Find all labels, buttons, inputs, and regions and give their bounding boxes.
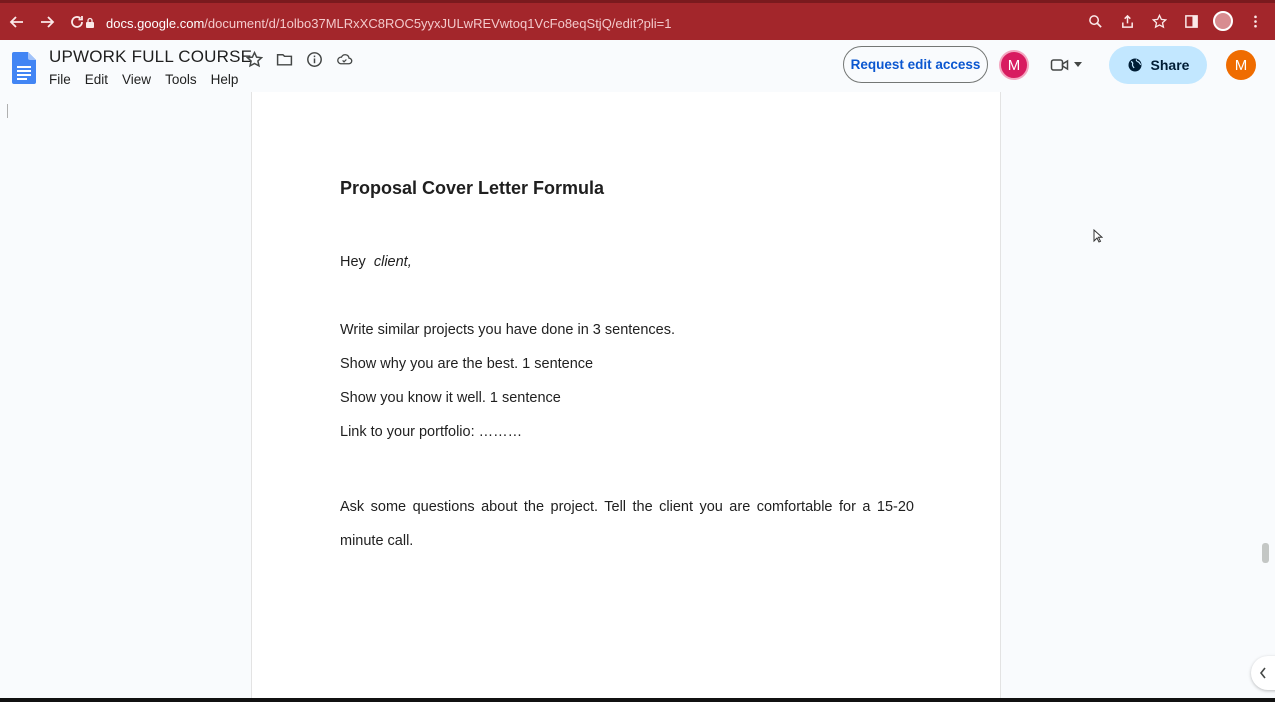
url-path: /document/d/1olbo37MLRxXC8ROC5yyxJULwREV…: [204, 15, 672, 31]
move-button[interactable]: [274, 49, 294, 69]
bookmark-button[interactable]: [1149, 11, 1169, 31]
menu-help[interactable]: Help: [211, 72, 239, 87]
menu-tools[interactable]: Tools: [165, 72, 197, 87]
cloud-status-button[interactable]: [334, 49, 354, 69]
zoom-button[interactable]: [1085, 11, 1105, 31]
back-button[interactable]: [4, 9, 30, 35]
cloud-icon: [336, 53, 352, 64]
closing-paragraph: Ask some questions about the project. Te…: [340, 499, 914, 549]
document-heading: Proposal Cover Letter Formula: [340, 178, 605, 198]
text-cursor-marker: [7, 104, 8, 118]
request-edit-access-button[interactable]: Request edit access: [843, 46, 988, 83]
body-line: Link to your portfolio: ………: [340, 424, 523, 440]
mouse-pointer-icon: [1093, 229, 1103, 243]
scrollbar-thumb[interactable]: [1262, 543, 1269, 563]
body-line: Show you know it well. 1 sentence: [340, 390, 561, 406]
reload-icon: [71, 15, 83, 28]
menu-edit[interactable]: Edit: [85, 72, 108, 87]
meet-button[interactable]: [1050, 52, 1092, 78]
caret-down-icon: [1074, 62, 1082, 67]
more-vert-icon: [1253, 15, 1257, 27]
profile-button[interactable]: [1213, 11, 1233, 31]
docs-header: UPWORK FULL COURSE File Edit View Tools …: [0, 40, 1275, 92]
docs-logo-icon[interactable]: [12, 52, 36, 84]
share-page-icon: [1121, 14, 1133, 28]
profile-avatar: [1213, 11, 1233, 31]
forward-button[interactable]: [34, 9, 60, 35]
details-button[interactable]: [304, 49, 324, 69]
info-icon: [306, 51, 322, 67]
browser-toolbar: docs.google.com/document/d/1olbo37MLRxXC…: [0, 0, 1275, 40]
star-document-button[interactable]: [244, 49, 264, 69]
arrow-right-icon: [41, 15, 55, 28]
address-bar[interactable]: docs.google.com/document/d/1olbo37MLRxXC…: [84, 11, 1204, 35]
browser-menu-button[interactable]: [1245, 11, 1265, 31]
greeting-name: client,: [373, 254, 412, 270]
side-panel-button[interactable]: [1181, 11, 1201, 31]
share-button[interactable]: Share: [1109, 46, 1207, 84]
document-title[interactable]: UPWORK FULL COURSE: [49, 47, 252, 67]
folder-icon: [276, 53, 292, 66]
body-line: Write similar projects you have done in …: [340, 322, 676, 338]
menu-file[interactable]: File: [49, 72, 71, 87]
window-bottom-edge: [0, 698, 1275, 702]
collaborator-avatar[interactable]: M: [999, 50, 1029, 80]
greeting-line: Hey client,: [340, 254, 412, 270]
greeting-prefix: Hey: [340, 254, 366, 270]
body-line: Show why you are the best. 1 sentence: [340, 356, 594, 372]
video-camera-icon: [1050, 59, 1069, 71]
chevron-left-icon: [1259, 667, 1266, 679]
arrow-left-icon: [9, 15, 23, 28]
url-domain: docs.google.com: [106, 15, 205, 31]
share-label: Share: [1150, 57, 1190, 73]
menu-bar: File Edit View Tools Help: [49, 72, 238, 87]
menu-view[interactable]: View: [122, 72, 151, 87]
zoom-icon: [1088, 14, 1102, 28]
document-page[interactable]: Proposal Cover Letter Formula Hey client…: [251, 92, 1001, 702]
globe-icon: [1128, 58, 1142, 72]
share-page-button[interactable]: [1117, 11, 1137, 31]
account-avatar[interactable]: M: [1226, 50, 1256, 80]
side-panel-icon: [1184, 14, 1198, 28]
star-icon: [245, 50, 263, 67]
lock-icon: [86, 17, 94, 28]
star-icon: [1151, 13, 1167, 28]
